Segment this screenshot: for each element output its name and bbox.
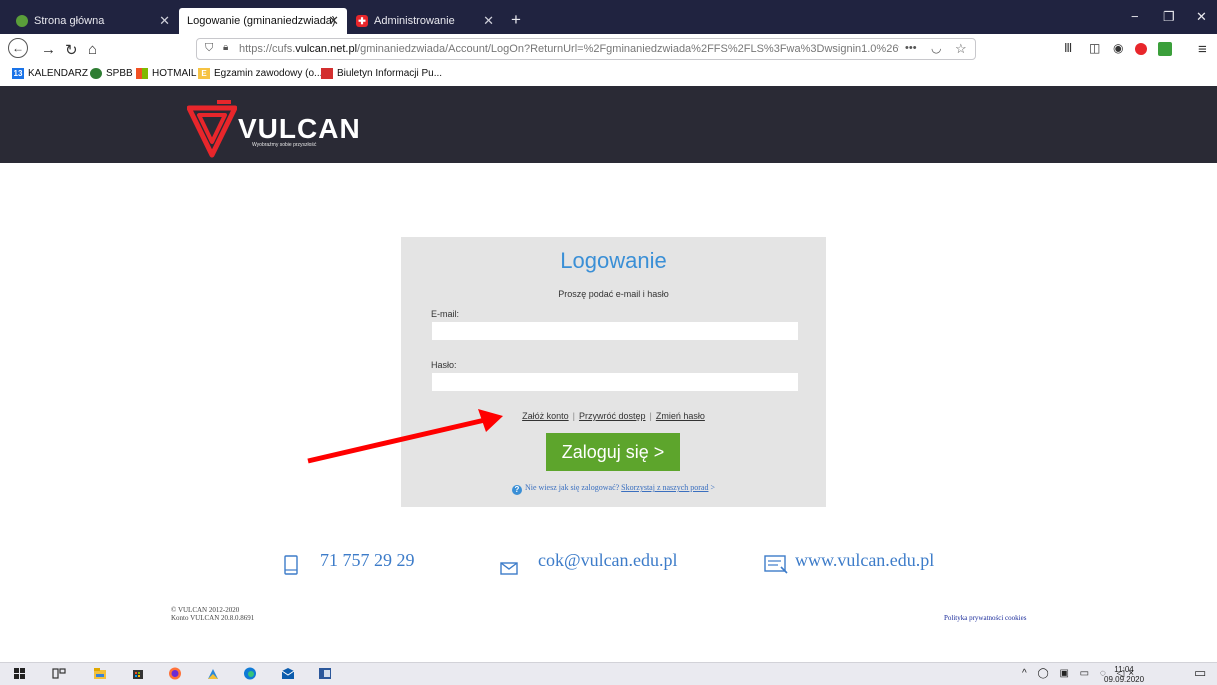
page-actions-icon[interactable]: ••• bbox=[905, 42, 917, 54]
document-icon: E bbox=[198, 68, 210, 79]
sidebar-icon[interactable]: ◫ bbox=[1089, 41, 1100, 55]
lock-icon[interactable]: 🔒︎ bbox=[223, 42, 228, 53]
shield-icon[interactable]: ⛉ bbox=[205, 42, 213, 55]
envelope-icon bbox=[500, 562, 518, 575]
url-text[interactable]: https://cufs.vulcan.net.pl/gminaniedzwia… bbox=[239, 43, 899, 55]
help-line: ? Nie wiesz jak się zalogować? Skorzystaj… bbox=[401, 483, 826, 495]
help-text: Nie wiesz jak się zalogować? bbox=[524, 483, 620, 492]
contact-email[interactable]: cok@vulcan.edu.pl bbox=[538, 550, 678, 571]
menu-icon[interactable]: ≡ bbox=[1198, 41, 1207, 58]
extension-red-icon[interactable] bbox=[1135, 43, 1147, 55]
bookmark-spbb[interactable]: SPBB bbox=[90, 68, 133, 79]
help-link[interactable]: Skorzystaj z naszych porad bbox=[621, 483, 708, 492]
photos-icon[interactable] bbox=[206, 667, 220, 680]
taskbar-clock[interactable]: 11:04 09.09.2020 bbox=[1104, 665, 1144, 685]
home-button[interactable]: ⌂ bbox=[88, 41, 97, 58]
close-tab-icon[interactable]: ✕ bbox=[328, 13, 339, 29]
bookmark-hotmail[interactable]: HOTMAIL bbox=[136, 68, 196, 79]
calendar-icon: 13 bbox=[12, 68, 24, 79]
login-button[interactable]: Zaloguj się > bbox=[546, 433, 680, 471]
create-account-link[interactable]: Załóż konto bbox=[522, 411, 569, 421]
tab-title: Administrowanie bbox=[374, 15, 455, 27]
password-label: Hasło: bbox=[431, 360, 457, 370]
tab-title: Strona główna bbox=[34, 15, 105, 27]
microsoft-icon bbox=[136, 68, 148, 79]
close-tab-icon[interactable]: ✕ bbox=[483, 13, 494, 29]
admin-icon: ✚ bbox=[356, 15, 368, 27]
logo-wordmark[interactable]: VULCAN bbox=[238, 113, 361, 145]
phone-number[interactable]: 71 757 29 29 bbox=[320, 550, 415, 571]
vulcan-logo-icon[interactable] bbox=[187, 100, 237, 158]
email-field[interactable] bbox=[432, 322, 798, 340]
close-window-button[interactable]: ✕ bbox=[1196, 9, 1207, 25]
tab-logowanie[interactable]: Logowanie (gminaniedzwiada) ✕ bbox=[179, 8, 347, 34]
pocket-icon[interactable]: ◡ bbox=[931, 41, 941, 55]
phone-icon bbox=[284, 555, 298, 575]
minimize-button[interactable]: − bbox=[1131, 9, 1139, 24]
bookmark-star-icon[interactable]: ☆ bbox=[955, 41, 967, 57]
tab-strona-glowna[interactable]: Strona główna ✕ bbox=[8, 8, 178, 34]
extension-green-icon[interactable] bbox=[1158, 42, 1172, 56]
bookmark-kalendarz[interactable]: 13 KALENDARZ bbox=[12, 68, 88, 79]
link-separator: | bbox=[572, 411, 575, 421]
email-label: E-mail: bbox=[431, 309, 460, 319]
privacy-link[interactable]: Polityka prywatności cookies bbox=[944, 614, 1026, 622]
forward-button[interactable]: → bbox=[41, 41, 56, 58]
back-button[interactable]: ← bbox=[8, 38, 28, 58]
logo-tagline: Wyobraźmy sobie przyszłość bbox=[252, 142, 317, 148]
help-arrow: > bbox=[710, 483, 715, 492]
website-link[interactable]: www.vulcan.edu.pl bbox=[795, 550, 934, 571]
bookmark-biuletyn[interactable]: Biuletyn Informacji Pu... bbox=[321, 68, 442, 79]
change-password-link[interactable]: Zmień hasło bbox=[656, 411, 705, 421]
tab-administrowanie[interactable]: ✚ Administrowanie ✕ bbox=[348, 8, 502, 34]
bip-icon bbox=[321, 68, 333, 79]
mail-icon[interactable] bbox=[281, 667, 295, 680]
firefox-icon[interactable] bbox=[168, 667, 182, 680]
password-field[interactable] bbox=[432, 373, 798, 391]
footer-copyright: © VULCAN 2012-2020 Konto VULCAN 20.8.0.8… bbox=[171, 606, 254, 622]
address-bar[interactable]: ⛉ 🔒︎ https://cufs.vulcan.net.pl/gminanie… bbox=[196, 38, 976, 60]
tab-title: Logowanie (gminaniedzwiada) bbox=[187, 15, 336, 27]
file-explorer-icon[interactable] bbox=[93, 667, 107, 680]
windows-start-icon[interactable] bbox=[13, 667, 27, 680]
close-tab-icon[interactable]: ✕ bbox=[159, 13, 170, 29]
annotation-arrow bbox=[307, 409, 503, 464]
copyright-text: © VULCAN 2012-2020 bbox=[171, 606, 240, 614]
website-icon bbox=[764, 555, 788, 574]
reload-button[interactable]: ↻ bbox=[65, 41, 78, 59]
library-icon[interactable]: Ⅲ bbox=[1064, 41, 1072, 55]
login-title: Logowanie bbox=[560, 248, 667, 273]
word-icon[interactable] bbox=[318, 667, 332, 680]
spbb-icon bbox=[90, 68, 102, 79]
restore-access-link[interactable]: Przywróć dostęp bbox=[579, 411, 646, 421]
notifications-icon[interactable]: ▭ bbox=[1194, 665, 1206, 681]
question-icon: ? bbox=[511, 485, 522, 495]
restore-button[interactable]: ❐ bbox=[1163, 9, 1175, 25]
link-separator: | bbox=[649, 411, 652, 421]
account-icon[interactable]: ◉ bbox=[1113, 41, 1123, 55]
globe-icon bbox=[16, 15, 28, 27]
edge-icon[interactable] bbox=[243, 667, 257, 680]
store-icon[interactable] bbox=[131, 667, 145, 680]
new-tab-button[interactable]: + bbox=[511, 10, 521, 30]
clock-time: 11:04 bbox=[1114, 665, 1134, 674]
version-text: Konto VULCAN 20.8.0.8691 bbox=[171, 614, 255, 622]
task-view-icon[interactable] bbox=[52, 667, 66, 680]
page-header bbox=[0, 86, 1217, 163]
bookmark-egzamin[interactable]: E Egzamin zawodowy (o... bbox=[198, 68, 322, 79]
login-subtitle: Proszę podać e-mail i hasło bbox=[558, 289, 669, 299]
